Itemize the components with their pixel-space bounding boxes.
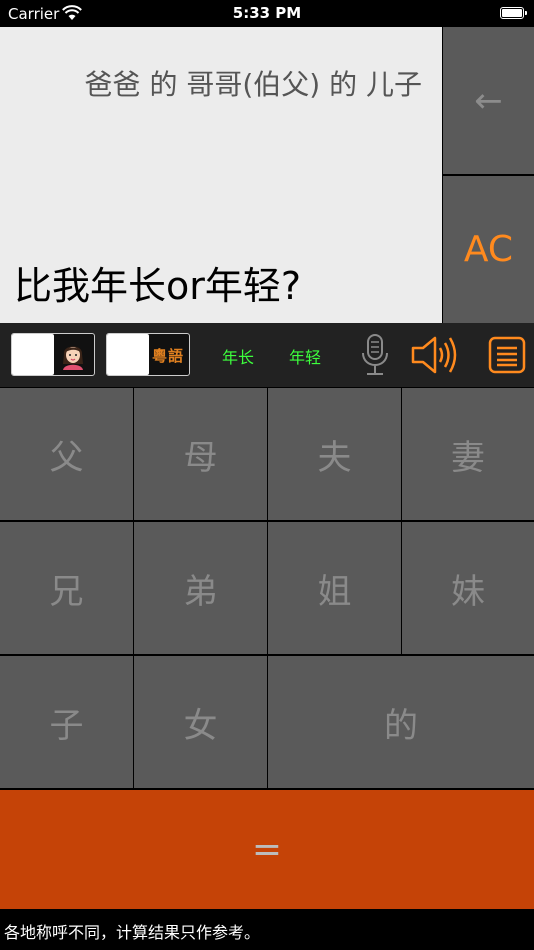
key-mother[interactable]: 母 [134, 388, 267, 520]
clear-button[interactable]: AC [443, 176, 534, 323]
younger-button[interactable]: 年轻 [289, 344, 321, 368]
key-husband[interactable]: 夫 [268, 388, 401, 520]
key-wife[interactable]: 妻 [402, 388, 534, 520]
key-elder-brother[interactable]: 兄 [0, 522, 133, 654]
battery-icon [500, 7, 527, 19]
key-son[interactable]: 子 [0, 656, 133, 788]
key-father[interactable]: 父 [0, 388, 133, 520]
key-younger-sister[interactable]: 妹 [402, 522, 534, 654]
key-of[interactable]: 的 [268, 656, 534, 788]
disclaimer-text: 各地称呼不同，计算结果只作参考。 [4, 923, 261, 942]
key-daughter[interactable]: 女 [134, 656, 267, 788]
footer-note: 各地称呼不同，计算结果只作参考。 [0, 909, 534, 950]
cantonese-label: 粵語 [151, 346, 184, 365]
result-text: 比我年长or年轻? [14, 264, 302, 308]
older-button[interactable]: 年长 [222, 344, 254, 368]
backspace-button[interactable]: ← [443, 27, 534, 174]
equals-button[interactable]: = [0, 790, 534, 909]
cantonese-badge: 粵語 [151, 340, 185, 370]
toggle-knob [12, 334, 54, 375]
toolbar: 粵語 年长 年轻 [0, 323, 534, 387]
key-younger-brother[interactable]: 弟 [134, 522, 267, 654]
toggle-knob [107, 334, 149, 375]
speaker-icon[interactable] [410, 335, 460, 375]
status-bar: Carrier 5:33 PM [0, 0, 534, 27]
status-time: 5:33 PM [232, 4, 302, 22]
relation-expression: 爸爸 的 哥哥(伯父) 的 儿子 [84, 68, 422, 101]
list-icon[interactable] [488, 336, 526, 374]
microphone-icon[interactable] [358, 333, 392, 377]
female-voice-toggle[interactable] [11, 333, 95, 376]
key-elder-sister[interactable]: 姐 [268, 522, 401, 654]
female-avatar-icon [56, 340, 90, 370]
cantonese-toggle[interactable]: 粵語 [106, 333, 190, 376]
display-panel: 爸爸 的 哥哥(伯父) 的 儿子 比我年长or年轻? [0, 27, 442, 323]
